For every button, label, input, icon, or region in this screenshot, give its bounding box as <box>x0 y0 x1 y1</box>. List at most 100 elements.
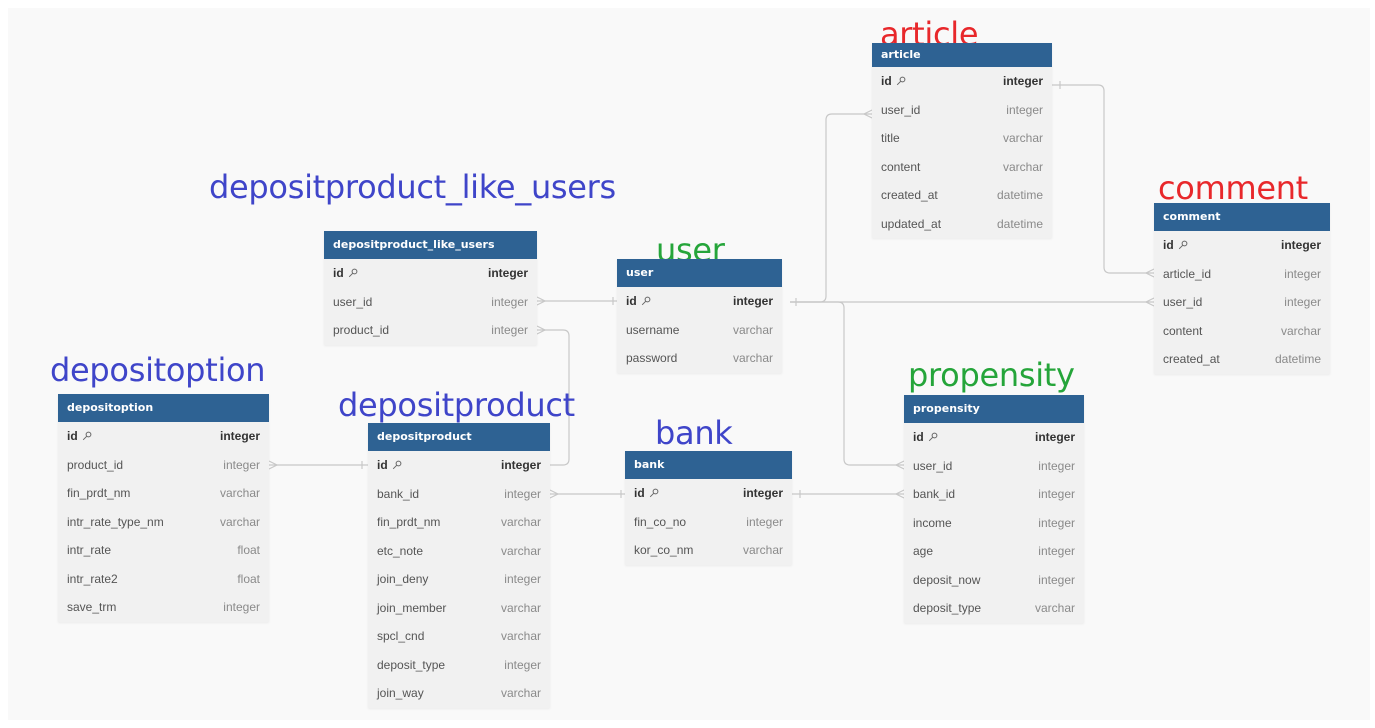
field-name: user_id <box>1163 295 1203 310</box>
field-type: varchar <box>500 515 541 530</box>
field-row-content[interactable]: content varchar <box>872 153 1052 182</box>
field-row-content[interactable]: content varchar <box>1154 317 1330 346</box>
field-row-password[interactable]: password varchar <box>617 344 782 373</box>
field-row-age[interactable]: age integer <box>904 537 1084 566</box>
field-type: varchar <box>219 514 260 529</box>
field-row-intr-rate-type-nm[interactable]: intr_rate_type_nm varchar <box>58 508 269 537</box>
field-row-bank-id[interactable]: bank_id integer <box>368 480 550 509</box>
field-type: integer <box>1284 266 1321 281</box>
field-row-intr-rate[interactable]: intr_rate float <box>58 536 269 565</box>
field-row-deposit-type[interactable]: deposit_type varchar <box>904 594 1084 623</box>
field-row-income[interactable]: income integer <box>904 509 1084 538</box>
field-row-id[interactable]: id integer <box>625 479 792 508</box>
field-type: integer <box>504 486 541 501</box>
field-row-deposit-type[interactable]: deposit_type integer <box>368 651 550 680</box>
field-name: age <box>913 544 934 559</box>
table-user[interactable]: user id integer username varchar password varc… <box>617 259 782 373</box>
field-type: integer <box>1284 295 1321 310</box>
caption-depositproduct: depositproduct <box>338 386 575 424</box>
key-icon <box>1178 240 1188 250</box>
field-name: title <box>881 131 900 146</box>
field-name-wrap: id <box>881 74 906 88</box>
field-row-user-id[interactable]: user_id integer <box>904 452 1084 481</box>
field-name-wrap: updated_at <box>881 217 941 231</box>
field-row-id[interactable]: id integer <box>872 67 1052 96</box>
field-row-etc-note[interactable]: etc_note varchar <box>368 537 550 566</box>
field-row-title[interactable]: title varchar <box>872 124 1052 153</box>
table-depositproduct[interactable]: depositproduct id integer bank_id integer fin… <box>368 423 550 708</box>
field-name-wrap: username <box>626 323 679 337</box>
field-row-id[interactable]: id integer <box>1154 231 1330 260</box>
field-name-wrap: user_id <box>1163 295 1202 309</box>
field-row-deposit-now[interactable]: deposit_now integer <box>904 566 1084 595</box>
field-name: product_id <box>67 457 124 472</box>
field-name: fin_prdt_nm <box>377 515 441 530</box>
field-row-fin-prdt-nm[interactable]: fin_prdt_nm varchar <box>58 479 269 508</box>
key-icon <box>392 460 402 470</box>
field-row-id[interactable]: id integer <box>368 451 550 480</box>
field-name-wrap: product_id <box>67 458 123 472</box>
field-row-updated-at[interactable]: updated_at datetime <box>872 210 1052 239</box>
table-header[interactable]: propensity <box>904 395 1084 423</box>
field-type: integer <box>732 294 773 309</box>
field-row-join-deny[interactable]: join_deny integer <box>368 565 550 594</box>
field-row-id[interactable]: id integer <box>58 422 269 451</box>
field-row-spcl-cnd[interactable]: spcl_cnd varchar <box>368 622 550 651</box>
field-type: datetime <box>996 216 1043 231</box>
field-type: integer <box>1034 430 1075 445</box>
field-row-join-member[interactable]: join_member varchar <box>368 594 550 623</box>
field-row-product-id[interactable]: product_id integer <box>58 451 269 480</box>
field-type: integer <box>219 429 260 444</box>
field-row-id[interactable]: id integer <box>324 259 537 288</box>
field-name-wrap: id <box>626 294 651 308</box>
table-header[interactable]: bank <box>625 451 792 479</box>
field-row-join-way[interactable]: join_way varchar <box>368 679 550 708</box>
field-type: varchar <box>1002 131 1043 146</box>
field-name: join_deny <box>377 572 429 587</box>
table-bank[interactable]: bank id integer fin_co_no integer kor_co_nm va… <box>625 451 792 565</box>
table-header[interactable]: depositproduct <box>368 423 550 451</box>
field-name-wrap: income <box>913 516 952 530</box>
field-name: id <box>1163 238 1174 253</box>
caption-bank: bank <box>655 414 733 452</box>
table-header[interactable]: depositproduct_like_users <box>324 231 537 259</box>
field-name-wrap: user_id <box>913 459 952 473</box>
field-row-product-id[interactable]: product_id integer <box>324 316 537 345</box>
field-row-created-at[interactable]: created_at datetime <box>1154 345 1330 374</box>
field-name: join_way <box>377 686 424 701</box>
field-row-bank-id[interactable]: bank_id integer <box>904 480 1084 509</box>
field-row-save-trm[interactable]: save_trm integer <box>58 593 269 622</box>
field-name: income <box>913 515 952 530</box>
table-propensity[interactable]: propensity id integer user_id integer bank_id… <box>904 395 1084 623</box>
field-row-kor-co-nm[interactable]: kor_co_nm varchar <box>625 536 792 565</box>
field-row-fin-co-no[interactable]: fin_co_no integer <box>625 508 792 537</box>
field-name: etc_note <box>377 543 424 558</box>
table-depositoption[interactable]: depositoption id integer product_id integer f… <box>58 394 269 622</box>
field-row-created-at[interactable]: created_at datetime <box>872 181 1052 210</box>
table-article[interactable]: article id integer user_id integer title varch… <box>872 43 1052 238</box>
table-depositproduct-like-users[interactable]: depositproduct_like_users id integer user_i… <box>324 231 537 345</box>
field-name: intr_rate2 <box>67 571 118 586</box>
field-type: integer <box>1038 544 1075 559</box>
table-header[interactable]: article <box>872 43 1052 67</box>
field-row-user-id[interactable]: user_id integer <box>324 288 537 317</box>
field-row-id[interactable]: id integer <box>617 287 782 316</box>
field-name: id <box>67 429 78 444</box>
field-row-article-id[interactable]: article_id integer <box>1154 260 1330 289</box>
field-row-fin-prdt-nm[interactable]: fin_prdt_nm varchar <box>368 508 550 537</box>
field-name-wrap: join_deny <box>377 572 428 586</box>
table-header[interactable]: depositoption <box>58 394 269 422</box>
field-name-wrap: bank_id <box>913 487 955 501</box>
table-header[interactable]: comment <box>1154 203 1330 231</box>
table-comment[interactable]: comment id integer article_id integer user_id… <box>1154 203 1330 374</box>
field-name-wrap: intr_rate <box>67 543 111 557</box>
table-header[interactable]: user <box>617 259 782 287</box>
field-row-username[interactable]: username varchar <box>617 316 782 345</box>
field-row-user-id[interactable]: user_id integer <box>872 96 1052 125</box>
field-row-id[interactable]: id integer <box>904 423 1084 452</box>
field-name-wrap: age <box>913 544 933 558</box>
field-type: integer <box>223 457 260 472</box>
field-row-intr-rate2[interactable]: intr_rate2 float <box>58 565 269 594</box>
field-row-user-id[interactable]: user_id integer <box>1154 288 1330 317</box>
caption-comment: comment <box>1158 169 1308 207</box>
